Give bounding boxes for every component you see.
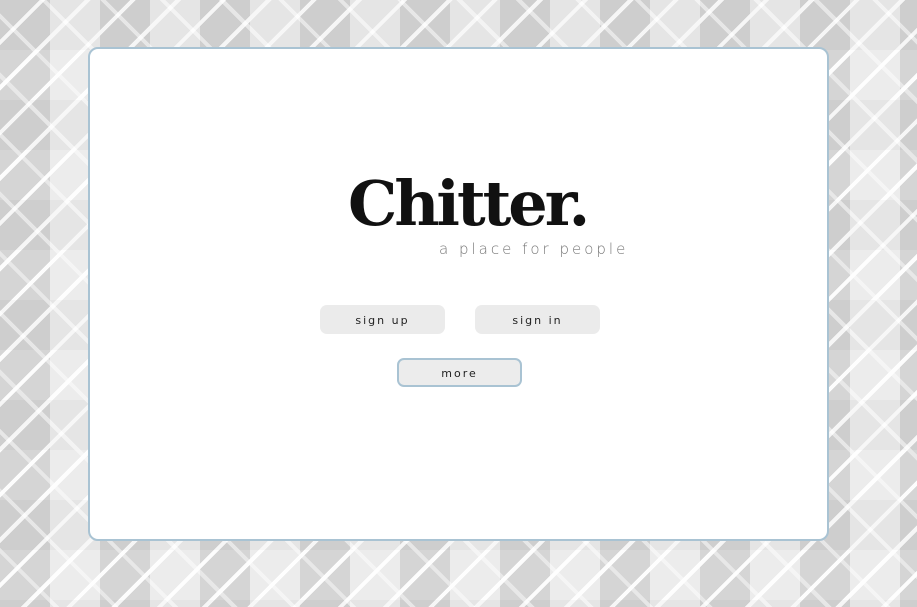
app-logo: Chitter. [348,167,590,240]
sign-in-button[interactable]: sign in [475,305,600,334]
app-tagline: a place for people [439,240,629,258]
more-button[interactable]: more [397,358,522,387]
sign-up-button[interactable]: sign up [320,305,445,334]
landing-card: Chitter. a place for people sign up sign… [88,47,829,541]
